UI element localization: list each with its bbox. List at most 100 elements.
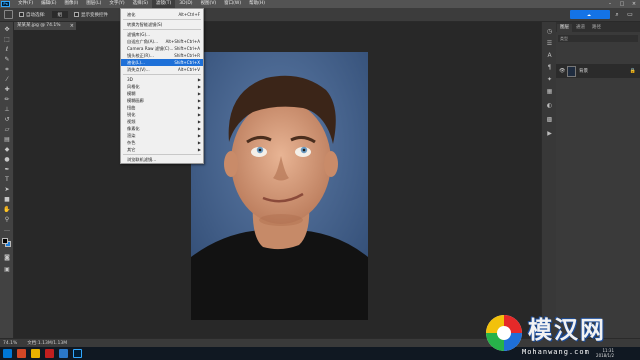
menu-item[interactable]: 滤镜(T): [151, 0, 176, 8]
more-tools-icon[interactable]: …: [2, 226, 12, 234]
dodge-tool-icon[interactable]: ●: [2, 156, 12, 164]
checkbox-box[interactable]: [74, 12, 80, 17]
tab-channels[interactable]: 通道: [573, 24, 588, 32]
zoom-level[interactable]: 74.1%: [3, 341, 17, 346]
menu-item-label: 视频: [127, 119, 136, 124]
menu-item-shortcut: Alt+Ctrl+F: [178, 12, 200, 17]
hand-tool-icon[interactable]: ✋: [2, 206, 12, 214]
screen-mode-icon[interactable]: ▣: [2, 266, 12, 274]
stamp-tool-icon[interactable]: ⊥: [2, 106, 12, 114]
document-tab[interactable]: 某某某.jpg @ 74.1%(RGB/8#) ×: [14, 22, 76, 36]
lock-icon[interactable]: 🔒: [630, 68, 636, 74]
submenu-arrow-icon: ▶: [197, 84, 201, 89]
layer-row[interactable]: 👁 背景 🔒: [556, 64, 640, 78]
layer-filter-select[interactable]: 类型: [558, 35, 638, 42]
history-icon[interactable]: ◷: [545, 28, 554, 36]
start-icon[interactable]: [3, 349, 12, 358]
close-icon[interactable]: ×: [628, 0, 640, 8]
gradient-tool-icon[interactable]: ▤: [2, 136, 12, 144]
menu-item[interactable]: 窗口(W): [220, 0, 245, 8]
filter-menu-item[interactable]: 液化(L)... Shift+Ctrl+X: [121, 59, 203, 66]
foreground-color-swatch[interactable]: [2, 238, 8, 244]
properties-icon[interactable]: ☰: [545, 40, 554, 48]
actions-icon[interactable]: ▶: [545, 130, 554, 138]
filter-menu-item[interactable]: 浏览联机滤镜...: [121, 156, 203, 163]
filter-menu-item[interactable]: 其它 ▶: [121, 146, 203, 153]
marquee-tool-icon[interactable]: ⬚: [2, 36, 12, 44]
brush-tool-icon[interactable]: ✏: [2, 96, 12, 104]
app-icon[interactable]: [45, 349, 54, 358]
photoshop-taskbar-icon[interactable]: [73, 349, 82, 358]
search-icon[interactable]: ⌕: [612, 10, 622, 19]
app-icon[interactable]: [59, 349, 68, 358]
history-brush-icon[interactable]: ↺: [2, 116, 12, 124]
cloud-sync-button[interactable]: ☁: [570, 10, 610, 19]
blur-tool-icon[interactable]: ◆: [2, 146, 12, 154]
quick-mask-icon[interactable]: ◙: [2, 254, 12, 262]
workspace-icon[interactable]: ▭: [625, 10, 635, 19]
filter-menu-item[interactable]: 扭曲 ▶: [121, 104, 203, 111]
filter-menu-item[interactable]: 3D ▶: [121, 76, 203, 83]
app-icon[interactable]: [17, 349, 26, 358]
auto-select-dropdown[interactable]: 组: [51, 11, 69, 18]
filter-menu-item[interactable]: 杂色 ▶: [121, 139, 203, 146]
filter-menu-item[interactable]: 镜头校正(R)... Shift+Ctrl+R: [121, 52, 203, 59]
quick-select-tool-icon[interactable]: ✎: [2, 56, 12, 64]
crop-tool-icon[interactable]: ⌗: [2, 66, 12, 74]
filter-menu-item[interactable]: 滤镜库(G)...: [121, 31, 203, 38]
checkbox-box[interactable]: [19, 12, 24, 17]
filter-menu-item[interactable]: 像素化 ▶: [121, 125, 203, 132]
menu-item[interactable]: 3D(D): [175, 0, 196, 8]
menu-separator: [123, 74, 201, 75]
eraser-tool-icon[interactable]: ▱: [2, 126, 12, 134]
menu-item[interactable]: 选择(S): [129, 0, 152, 8]
show-transform-checkbox[interactable]: 显示变换控件: [74, 12, 108, 18]
filter-menu-item[interactable]: 模糊画廊 ▶: [121, 97, 203, 104]
menu-item[interactable]: 文字(Y): [105, 0, 128, 8]
menu-item[interactable]: 视图(V): [197, 0, 221, 8]
menu-item[interactable]: 编辑(E): [37, 0, 60, 8]
menu-item[interactable]: 图层(L): [82, 0, 105, 8]
zoom-tool-icon[interactable]: ⚲: [2, 216, 12, 224]
filter-menu-item[interactable]: Camera Raw 滤镜(C)... Shift+Ctrl+A: [121, 45, 203, 52]
shape-tool-icon[interactable]: ■: [2, 196, 12, 204]
filter-menu-item[interactable]: 模糊 ▶: [121, 90, 203, 97]
move-tool-icon[interactable]: ✥: [2, 26, 12, 34]
menu-item-shortcut: Shift+Ctrl+R: [174, 53, 200, 58]
lasso-tool-icon[interactable]: ℓ: [2, 46, 12, 54]
filter-menu-item[interactable]: 转换为智能滤镜(S): [121, 21, 203, 28]
pen-tool-icon[interactable]: ✒: [2, 166, 12, 174]
menu-item[interactable]: 帮助(H): [245, 0, 269, 8]
minimize-icon[interactable]: –: [604, 0, 616, 8]
filter-menu-item[interactable]: 液化 Alt+Ctrl+F: [121, 11, 203, 18]
auto-select-checkbox[interactable]: 自动选择:: [19, 12, 46, 18]
adjustments-icon[interactable]: ◐: [545, 102, 554, 110]
visibility-eye-icon[interactable]: 👁: [559, 68, 565, 74]
maximize-icon[interactable]: □: [616, 0, 628, 8]
eyedropper-tool-icon[interactable]: ⁄: [2, 76, 12, 84]
filter-menu-item[interactable]: 风格化 ▶: [121, 83, 203, 90]
watermark-subtitle: Mohanwang.com: [522, 348, 590, 356]
menu-item[interactable]: 图像(I): [60, 0, 82, 8]
close-icon[interactable]: ×: [70, 22, 74, 30]
layer-thumbnail: [567, 65, 576, 77]
filter-menu-item[interactable]: 视频 ▶: [121, 118, 203, 125]
filter-menu-item[interactable]: 消失点(V)... Alt+Ctrl+V: [121, 66, 203, 73]
filter-menu-item[interactable]: 自适应广角(A)... Alt+Shift+Ctrl+A: [121, 38, 203, 45]
brush-settings-icon[interactable]: ✦: [545, 76, 554, 84]
document-image[interactable]: [191, 52, 368, 320]
character-icon[interactable]: A: [545, 52, 554, 60]
move-tool-icon[interactable]: [4, 10, 13, 19]
tab-layers[interactable]: 图层: [557, 24, 572, 32]
tab-paths[interactable]: 路径: [589, 24, 604, 32]
path-select-tool-icon[interactable]: ➤: [2, 186, 12, 194]
filter-menu-item[interactable]: 锐化 ▶: [121, 111, 203, 118]
styles-icon[interactable]: ▩: [545, 116, 554, 124]
folder-icon[interactable]: [31, 349, 40, 358]
swatches-icon[interactable]: ▦: [545, 88, 554, 96]
type-tool-icon[interactable]: T: [2, 176, 12, 184]
paragraph-icon[interactable]: ¶: [545, 64, 554, 72]
filter-menu-item[interactable]: 渲染 ▶: [121, 132, 203, 139]
menu-item[interactable]: 文件(F): [14, 0, 37, 8]
healing-tool-icon[interactable]: ✚: [2, 86, 12, 94]
